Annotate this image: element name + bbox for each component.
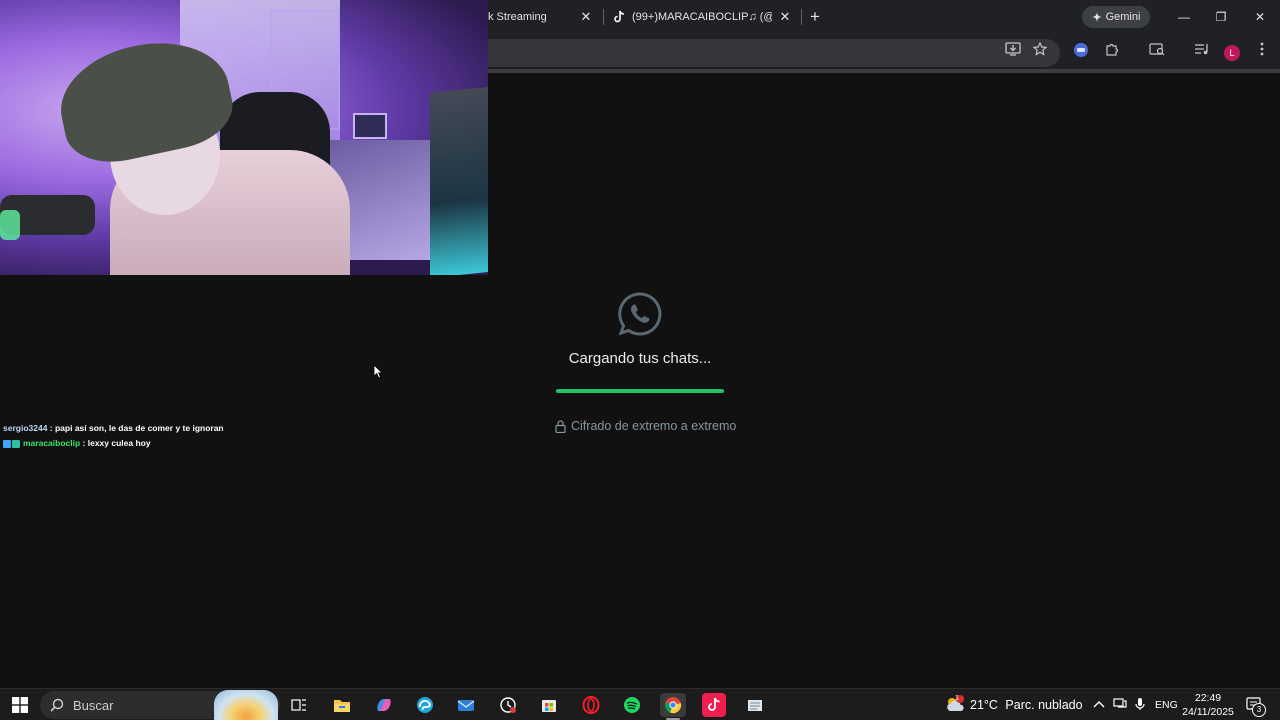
weather-condition: Parc. nublado [1005,698,1083,712]
stream-chat: sergio3244 : papi así son, le das de com… [3,421,483,451]
network-icon[interactable] [1113,697,1127,713]
video-mic-light [0,210,20,240]
chat-username: maracaiboclip [23,438,81,448]
tab-streaming[interactable]: k Streaming ✕ [488,0,600,34]
install-app-icon[interactable] [1003,42,1023,62]
tab-separator [801,9,802,25]
windows-start-icon[interactable] [12,697,28,713]
more-menu-icon[interactable] [1252,42,1272,62]
gemini-button[interactable]: Gemini [1082,6,1150,28]
media-controls-icon[interactable] [1192,42,1212,62]
mail-icon[interactable] [454,693,478,717]
tab-close-icon[interactable]: ✕ [578,9,594,25]
copilot-icon[interactable] [372,693,396,717]
weather-temperature: 21°C [970,698,998,712]
tab-title: k Streaming [488,11,547,23]
gemini-label: Gemini [1105,11,1141,23]
toolbar-divider [488,69,1280,73]
profile-avatar[interactable]: L [1222,42,1242,62]
video-picture-frame [353,113,387,139]
tiktok-app-icon[interactable] [702,693,726,717]
tab-close-icon[interactable]: ✕ [777,9,793,25]
microsoft-store-icon[interactable] [537,693,561,717]
clock-time: 22:49 [1194,692,1222,704]
notes-app-icon[interactable] [743,693,767,717]
lock-icon [555,419,566,433]
system-clock[interactable]: 22:49 24/11/2025 [1180,691,1236,719]
chat-separator: : [47,423,55,433]
weather-alert-count: 1 [955,695,959,702]
chat-username: sergio3244 [3,423,48,433]
close-window-button[interactable]: ✕ [1251,8,1269,26]
windows-taskbar: Buscar 1 21°C Parc. nublado ENG 22:49 24… [0,688,1280,720]
search-icon [50,698,64,712]
tray-chevron-up-icon[interactable] [1092,697,1106,713]
new-tab-button[interactable]: + [805,7,825,27]
chrome-icon[interactable] [660,693,686,717]
weather-summary[interactable]: 21°C Parc. nublado [970,698,1083,712]
edge-browser-icon[interactable] [413,693,437,717]
sparkle-icon [1091,12,1102,22]
tab-title: (99+)MARACAIBOCLIP♫ (@m [632,11,772,23]
clock-date: 24/11/2025 [1182,706,1234,718]
chat-text: lexxy culea hoy [87,438,151,448]
search-highlight-image [214,690,278,720]
extensions-puzzle-icon[interactable] [1102,42,1122,62]
task-view-icon[interactable] [287,693,311,717]
microphone-icon[interactable] [1133,697,1147,713]
bookmark-star-icon[interactable] [1030,41,1050,62]
chat-message: maracaiboclip : lexxy culea hoy [3,436,483,451]
video-monitor [430,86,488,275]
spotify-icon[interactable] [620,693,644,717]
loading-text: Cargando tus chats... [568,350,712,367]
encryption-notice: Cifrado de extremo a extremo [555,418,736,434]
chat-text: papi así son, le das de comer y te ignor… [54,423,224,433]
profile-initial: L [1224,45,1240,61]
extension-badge-icon[interactable] [1071,42,1091,62]
webcam-video [0,0,488,275]
chat-separator: : [80,438,88,448]
broadcaster-badge-icon [3,439,11,448]
loading-progress-bar [556,389,724,393]
chat-message: sergio3244 : papi así son, le das de com… [3,421,483,436]
address-bar[interactable] [440,39,1060,67]
opera-icon[interactable] [579,693,603,717]
mouse-cursor-icon [373,364,383,379]
tab-maracaiboclip[interactable]: (99+)MARACAIBOCLIP♫ (@m ✕ [604,0,800,34]
sub-badge-icon [12,439,20,448]
notification-count-badge: 3 [1252,703,1266,717]
encryption-text: Cifrado de extremo a extremo [571,419,737,433]
chat-badges [3,439,20,448]
maximize-button[interactable]: ❐ [1212,8,1230,26]
tab-search-icon[interactable] [1147,42,1167,62]
file-explorer-icon[interactable] [330,693,354,717]
language-indicator[interactable]: ENG [1155,699,1178,711]
clock-app-icon[interactable] [496,693,520,717]
tiktok-icon [613,10,625,24]
search-placeholder: Buscar [73,698,114,713]
whatsapp-logo-icon [618,292,662,336]
loading-progress-fill [556,389,724,393]
minimize-button[interactable]: — [1175,8,1193,26]
